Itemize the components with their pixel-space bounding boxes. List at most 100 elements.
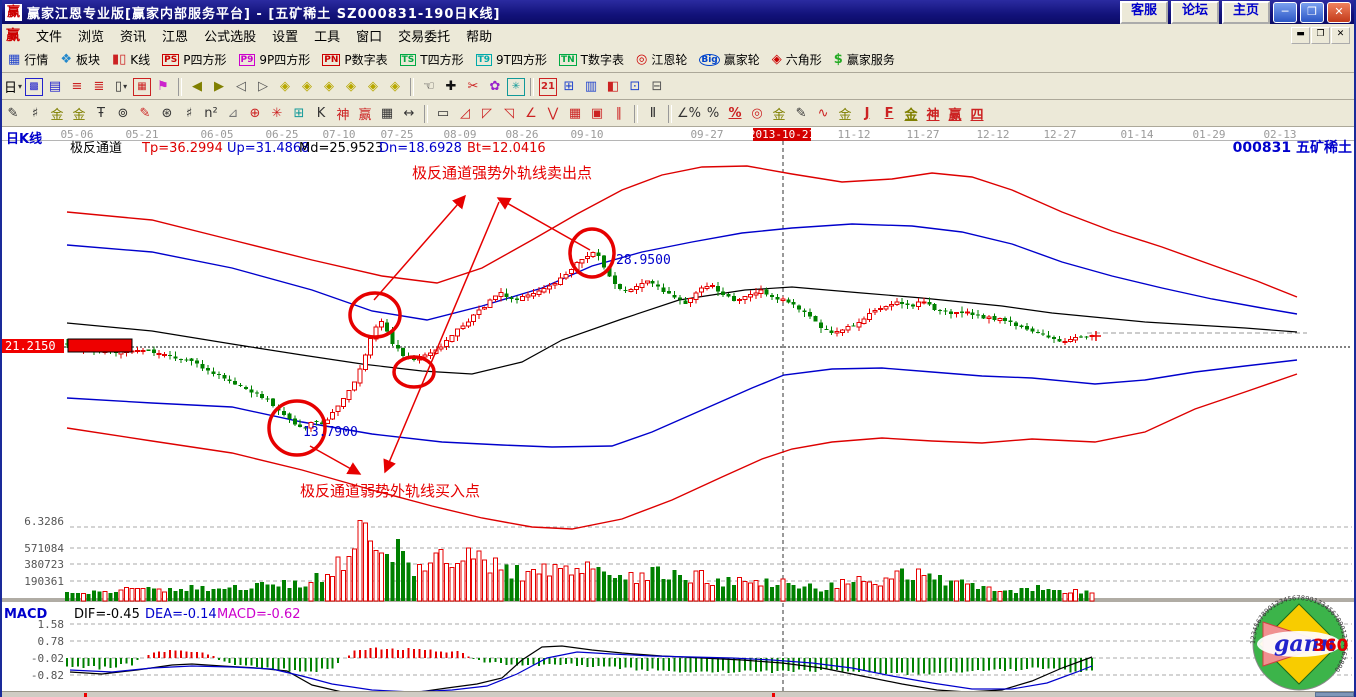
menu-item-公式选股[interactable]: 公式选股 [196,28,264,47]
kline-chart[interactable]: 05-0605-2106-0506-2507-1007-2508-0908-26… [2,127,1356,697]
grid-tool-icon[interactable]: ♯ [25,104,45,124]
menu-item-资讯[interactable]: 资讯 [112,28,154,47]
hexagon-button[interactable]: ◈六角形 [766,49,828,71]
9t-square-button[interactable]: T99T四方形 [470,49,553,71]
win-angle-tool-icon[interactable]: 赢 [945,104,965,124]
9p-square-button[interactable]: P99P四方形 [233,49,317,71]
wave-tool-icon[interactable]: ∿ [813,104,833,124]
scrollbar-thumb[interactable] [1315,692,1354,697]
candle-style-dropdown[interactable]: ▯ [111,77,131,97]
workstation-icon[interactable]: ⊟ [647,77,667,97]
percent-lines-tool-icon[interactable]: % [725,104,745,124]
gold-level-tool-icon[interactable]: 金 [835,104,855,124]
t-grid-tool-icon[interactable]: Ŧ [91,104,111,124]
forum-button[interactable]: 论坛 [1171,1,1219,24]
box-tool-icon[interactable]: ▭ [433,104,453,124]
f-angle-tool-icon[interactable]: F [879,104,899,124]
ruler-grid-tool-icon[interactable]: ▦ [377,104,397,124]
gold-angle-tool-icon[interactable]: 金 [901,104,921,124]
gold-grid-a-tool-icon[interactable]: 金 [47,104,67,124]
prev-bar-icon[interactable]: ◁ [231,77,251,97]
four-angle-tool-icon[interactable]: 四 [967,104,987,124]
price-grid-tool-icon[interactable]: ♯ [179,104,199,124]
flag-chart-icon[interactable]: ⚑ [153,77,173,97]
k-mark-tool-icon[interactable]: K [311,104,331,124]
save-icon[interactable]: ◧ [603,77,623,97]
next-bar-icon[interactable]: ▷ [253,77,273,97]
minimize-button[interactable]: ─ [1273,2,1297,23]
fan-box2-tool-icon[interactable]: ◹ [499,104,519,124]
notebook-icon[interactable]: ▥ [581,77,601,97]
measure-tool-icon[interactable]: ↔ [399,104,419,124]
gold-lines-tool-icon[interactable]: 金 [769,104,789,124]
h-expand-diamond-icon[interactable]: ◈ [341,77,361,97]
restore-button[interactable]: ❐ [1300,2,1324,23]
menu-item-窗口[interactable]: 窗口 [348,28,390,47]
t-square-button[interactable]: TST四方形 [394,49,470,71]
p-square-button[interactable]: PSP四方形 [156,49,232,71]
cut-tool-icon[interactable]: ✂ [463,77,483,97]
shen-grid-tool-icon[interactable]: 神 [333,104,353,124]
red-grid-tool-icon[interactable]: ▦ [565,104,585,124]
v-line-tool-icon[interactable]: ⋁ [543,104,563,124]
crosshair-tool-icon[interactable]: ✚ [441,77,461,97]
gann-wheel-button[interactable]: ◎江恩轮 [630,49,693,71]
grid-star-tool-icon[interactable]: ⊞ [289,104,309,124]
t-number-button[interactable]: TNT数字表 [553,49,630,71]
grid-box-tool-icon[interactable]: ▣ [587,104,607,124]
menu-item-设置[interactable]: 设置 [264,28,306,47]
fan-lines-tool-icon[interactable]: ◿ [455,104,475,124]
shrink-left-diamond-icon[interactable]: ◈ [275,77,295,97]
angle-ruler-tool-icon[interactable]: ⊿ [223,104,243,124]
menu-item-江恩[interactable]: 江恩 [154,28,196,47]
homepage-button[interactable]: 主页 [1222,1,1270,24]
menu-item-浏览[interactable]: 浏览 [70,28,112,47]
kline-button[interactable]: ▮▯K线 [106,49,156,71]
menu-item-文件[interactable]: 文件 [28,28,70,47]
compass-tool-icon[interactable]: ⊕ [245,104,265,124]
ink-brush-tool-icon[interactable]: ✎ [791,104,811,124]
h-compress-diamond-icon[interactable]: ◈ [319,77,339,97]
period-selector-dropdown[interactable]: 日 [3,77,23,97]
quotes-button[interactable]: ▦行情 [2,49,54,71]
calculator-icon[interactable]: ⊞ [559,77,579,97]
pen-tool-icon[interactable]: ✎ [3,104,23,124]
brush-tool-icon[interactable]: ✎ [135,104,155,124]
gann-angle-tool-icon[interactable]: ∠ [521,104,541,124]
gold-circle-tool-icon[interactable]: ◎ [747,104,767,124]
percent-angle-tool-icon[interactable]: ∠% [677,104,701,124]
menu-item-帮助[interactable]: 帮助 [458,28,500,47]
hand-tool-icon[interactable]: ☜ [419,77,439,97]
ornament-tool-icon[interactable]: ✿ [485,77,505,97]
calendar-icon[interactable]: 21 [539,78,557,96]
info-list-icon[interactable]: ▤ [45,77,65,97]
shrink-right-diamond-icon[interactable]: ◈ [297,77,317,97]
circle-grid-tool-icon[interactable]: ⊛ [157,104,177,124]
mdi-restore-button[interactable]: ❐ [1311,27,1330,44]
spiral-tool-icon[interactable]: ⊚ [113,104,133,124]
star-circle-tool-icon[interactable]: ✳ [267,104,287,124]
v-compress-diamond-icon[interactable]: ◈ [363,77,383,97]
gold-grid-b-tool-icon[interactable]: 金 [69,104,89,124]
last-page-icon[interactable]: ▶ [209,77,229,97]
menu-item-工具[interactable]: 工具 [306,28,348,47]
board-view-icon[interactable]: ▩ [25,78,43,96]
p-number-button[interactable]: PNP数字表 [316,49,393,71]
remote-data-icon[interactable]: ⊡ [625,77,645,97]
percent-tool-icon[interactable]: % [703,104,723,124]
parallel-lines-tool-icon[interactable]: ∥ [609,104,629,124]
fan-box-tool-icon[interactable]: ◸ [477,104,497,124]
menu-item-交易委托[interactable]: 交易委托 [390,28,458,47]
mdi-close-button[interactable]: ✕ [1331,27,1350,44]
dual-bar-tool-icon[interactable]: Ⅱ [643,104,663,124]
mdi-minimize-button[interactable]: ▬ [1291,27,1310,44]
j-angle-tool-icon[interactable]: J [857,104,877,124]
winner-service-button[interactable]: $赢家服务 [828,49,901,71]
horizontal-scrollbar[interactable] [2,691,1354,697]
v-expand-diamond-icon[interactable]: ◈ [385,77,405,97]
kline-3col-icon[interactable]: ≡ [67,77,87,97]
first-page-icon[interactable]: ◀ [187,77,207,97]
sectors-button[interactable]: ❖板块 [54,49,106,71]
winner-wheel-button[interactable]: Big赢家轮 [693,49,765,71]
red-frame-icon[interactable]: ▦ [133,78,151,96]
